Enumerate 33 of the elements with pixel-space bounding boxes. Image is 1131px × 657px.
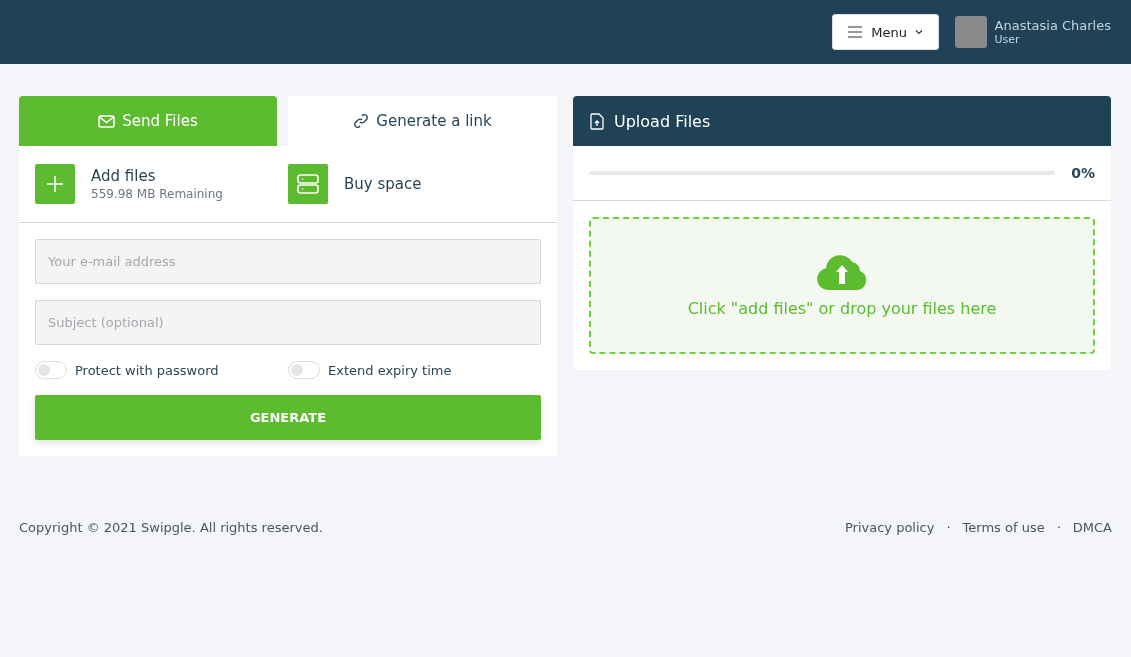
envelope-icon (98, 114, 116, 128)
copyright-text: Copyright © 2021 Swipgle. All rights reserved. (19, 520, 323, 535)
cloud-upload-icon (816, 253, 868, 291)
footer-link[interactable]: Privacy policy (844, 520, 935, 535)
toggle-label: Protect with password (75, 362, 219, 378)
user-role: User (994, 33, 1021, 46)
toggle-switch[interactable] (288, 361, 320, 379)
drop-hint: Click "add files" or drop your files here (687, 299, 997, 318)
remaining-space: 559.98 MB Remaining (91, 187, 223, 201)
file-upload-icon (590, 112, 604, 130)
menu-icon (847, 26, 864, 38)
plus-icon (46, 175, 64, 193)
caret-icon (914, 29, 923, 35)
action-title: Add files (91, 167, 157, 185)
tab[interactable]: Generate a link (288, 96, 557, 146)
buy-space-button[interactable] (288, 164, 328, 204)
user-name: Anastasia Charles (994, 18, 1111, 33)
input-field[interactable]: Subject (optional) (35, 300, 541, 345)
upload-title: Upload Files (614, 111, 711, 131)
action-title: Buy space (344, 175, 422, 193)
add-files-button[interactable] (35, 164, 75, 204)
link-icon (353, 113, 370, 129)
progress-reading: 0% (1071, 165, 1095, 181)
toggle-label: Extend expiry time (328, 362, 452, 378)
separator-dot: · (1056, 520, 1061, 535)
footer-link[interactable]: Terms of use (962, 520, 1045, 535)
server-icon (297, 174, 319, 194)
menu-button[interactable]: Menu (831, 14, 939, 50)
separator-dot: · (946, 520, 951, 535)
avatar-photo-placeholder (954, 16, 987, 48)
toggle-switch[interactable] (35, 361, 67, 379)
footer-link[interactable]: DMCA (1072, 520, 1112, 535)
input-field[interactable]: Your e-mail address (35, 239, 541, 284)
